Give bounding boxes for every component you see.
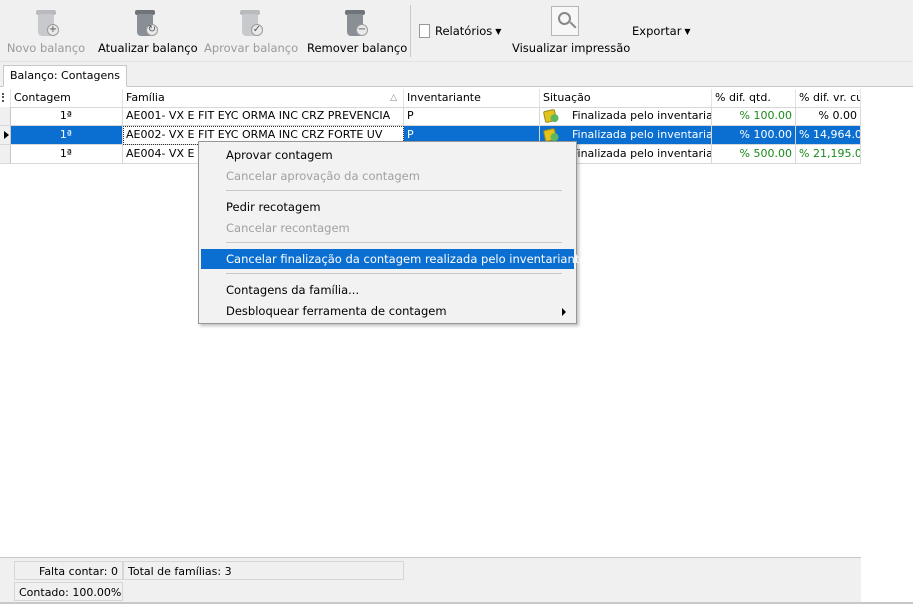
menu-separator xyxy=(226,273,562,274)
approve-balance-icon: ✓ xyxy=(235,6,265,38)
header-dif-vr[interactable]: % dif. vr. cu xyxy=(796,89,861,108)
menu-item-cancel-recount[interactable]: Cancelar recontagem xyxy=(201,218,574,238)
header-situacao[interactable]: Situação xyxy=(540,89,712,108)
cell-situacao: Finalizada pelo inventariante xyxy=(540,107,712,126)
cell-dif-qtd: % 100.00 xyxy=(712,107,796,126)
remove-balance-button[interactable]: − Remover balanço xyxy=(307,6,408,55)
bottom-border xyxy=(0,602,913,604)
menu-item-approve-count[interactable]: Aprovar contagem xyxy=(201,145,574,165)
header-inventariante[interactable]: Inventariante xyxy=(404,89,540,108)
menu-separator xyxy=(226,190,562,191)
counted-percent: Contado: 100.00% xyxy=(14,582,123,601)
context-menu: Aprovar contagem Cancelar aprovação da c… xyxy=(198,141,586,324)
toolbar-separator xyxy=(410,5,411,57)
table-row[interactable]: 1ª AE001- VX E FIT EYC ORMA INC CRZ PREV… xyxy=(0,107,861,126)
missing-count: Falta contar: 0 xyxy=(14,561,123,580)
remove-balance-label: Remover balanço xyxy=(307,41,408,55)
document-icon xyxy=(419,24,430,38)
cell-contagem: 1ª xyxy=(11,126,123,145)
current-row-icon xyxy=(4,131,9,139)
menu-item-family-counts[interactable]: Contagens da família... xyxy=(201,280,574,300)
sort-asc-icon: △ xyxy=(390,93,397,103)
tab-balance-counts[interactable]: Balanço: Contagens xyxy=(3,65,127,87)
new-balance-icon: + xyxy=(31,6,61,38)
app-window: + Novo balanço ↻ Atualizar balanço ✓ Apr… xyxy=(0,0,913,607)
print-preview-button[interactable]: Visualizar impressão xyxy=(512,41,630,55)
menu-item-request-recount[interactable]: Pedir recotagem xyxy=(201,197,574,217)
reports-dropdown[interactable]: Relatórios ▼ xyxy=(419,24,501,38)
row-indicator[interactable] xyxy=(0,145,11,164)
reports-label: Relatórios xyxy=(435,24,493,38)
row-indicator[interactable] xyxy=(0,107,11,126)
summary-footer: Falta contar: 0 Total de famílias: 3 Con… xyxy=(0,557,861,602)
approve-balance-label: Aprovar balanço xyxy=(204,41,299,55)
chevron-down-icon: ▼ xyxy=(495,27,502,36)
row-indicator[interactable] xyxy=(0,126,11,145)
cell-situacao-text: Finalizada pelo inventariante xyxy=(572,128,711,141)
menu-item-cancel-approval[interactable]: Cancelar aprovação da contagem xyxy=(201,166,574,186)
cell-dif-qtd: % 100.00 xyxy=(712,126,796,145)
menu-item-cancel-finalization[interactable]: Cancelar finalização da contagem realiza… xyxy=(201,249,586,269)
menu-item-unlock-tool-label: Desbloquear ferramenta de contagem xyxy=(226,304,447,318)
total-families: Total de famílias: 3 xyxy=(123,561,404,580)
update-balance-button[interactable]: ↻ Atualizar balanço xyxy=(98,6,198,55)
chevron-down-icon: ▼ xyxy=(684,27,691,36)
cell-dif-vr: % 14,964.0 xyxy=(796,126,861,145)
cell-contagem: 1ª xyxy=(11,107,123,126)
approve-balance-button[interactable]: ✓ Aprovar balanço xyxy=(204,6,299,55)
new-balance-label: Novo balanço xyxy=(6,41,86,55)
cell-inventariante: P xyxy=(404,107,540,126)
header-contagem[interactable]: Contagem xyxy=(11,89,123,108)
cell-familia: AE001- VX E FIT EYC ORMA INC CRZ PREVENC… xyxy=(123,107,404,126)
chevron-right-icon xyxy=(562,308,566,316)
grid-header: Contagem Família △ Inventariante Situação… xyxy=(0,89,861,108)
header-familia[interactable]: Família △ xyxy=(123,89,404,108)
tab-strip: Balanço: Contagens xyxy=(0,62,913,87)
cell-contagem: 1ª xyxy=(11,145,123,164)
new-balance-button[interactable]: + Novo balanço xyxy=(6,6,86,55)
cell-dif-vr: % 21,195.0 xyxy=(796,145,861,164)
print-preview-label: Visualizar impressão xyxy=(512,41,631,55)
cell-situacao-text: Finalizada pelo inventariante xyxy=(572,109,711,122)
cell-dif-vr: % 0.00 xyxy=(796,107,861,126)
status-finalized-icon xyxy=(542,127,558,143)
status-finalized-icon xyxy=(542,108,558,124)
column-chooser-icon[interactable] xyxy=(0,89,11,108)
export-label: Exportar xyxy=(632,24,682,38)
toolbar: + Novo balanço ↻ Atualizar balanço ✓ Apr… xyxy=(0,0,913,62)
cell-dif-qtd: % 500.00 xyxy=(712,145,796,164)
header-dif-qtd[interactable]: % dif. qtd. xyxy=(712,89,796,108)
print-preview-icon[interactable] xyxy=(551,6,579,36)
header-familia-label: Família xyxy=(126,91,165,104)
update-balance-icon: ↻ xyxy=(130,6,160,38)
menu-separator xyxy=(226,242,562,243)
update-balance-label: Atualizar balanço xyxy=(98,41,198,55)
menu-item-unlock-tool[interactable]: Desbloquear ferramenta de contagem xyxy=(201,301,574,321)
remove-balance-icon: − xyxy=(340,6,370,38)
cell-situacao-text: Finalizada pelo inventariante xyxy=(572,147,711,160)
export-dropdown[interactable]: Exportar ▼ xyxy=(632,24,691,38)
